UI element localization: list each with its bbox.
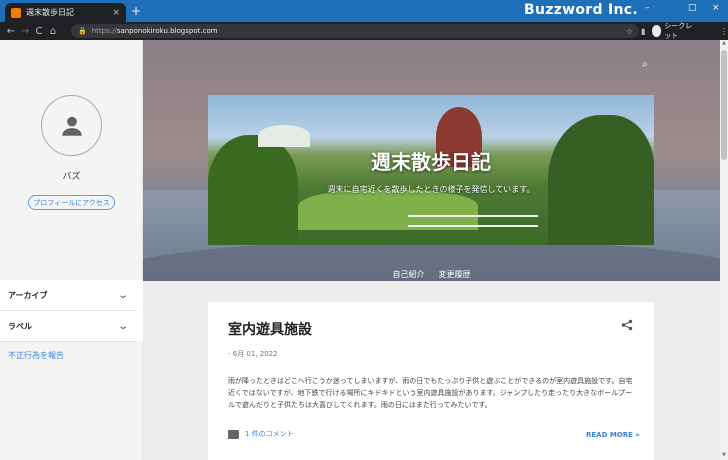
nav-link-about[interactable]: 自己紹介 — [393, 269, 425, 280]
incognito-icon — [651, 25, 662, 37]
browser-tab[interactable]: 週末散歩日記 × — [5, 3, 126, 22]
url-text: https://sanponokiroku.blogspot.com — [92, 27, 218, 35]
blog-description: 週末に自宅近くを散歩したときの様子を発信しています。 — [327, 185, 535, 194]
new-tab-button[interactable]: + — [131, 4, 141, 18]
share-icon[interactable] — [621, 319, 633, 331]
archive-label: アーカイブ — [8, 290, 48, 300]
chevron-down-icon: ⌄ — [116, 320, 129, 332]
post-card: 室内遊具施設 - 6月 01, 2022 雨が降ったときはどこへ行こうか迷ってし… — [208, 302, 654, 460]
close-window-button[interactable]: × — [712, 3, 720, 13]
search-icon[interactable]: ⌕ — [642, 59, 648, 70]
sidebar-item-labels[interactable]: ラベル ⌄ — [0, 311, 137, 342]
url-scheme: https:// — [91, 27, 117, 35]
lock-icon[interactable]: 🔒 — [78, 27, 87, 35]
header-background: ⌕ 週末散歩日記 週末に自宅近くを散歩したときの様子を発信しています。 自己紹介… — [143, 40, 720, 281]
home-icon[interactable]: ⌂ — [46, 26, 60, 37]
person-icon — [61, 116, 82, 136]
menu-icon[interactable]: ⋮ — [720, 27, 728, 36]
scrollbar[interactable]: ▲ ▼ — [720, 40, 728, 460]
url-host: sanponokiroku.blogspot.com — [116, 27, 218, 35]
chevron-down-icon: ⌄ — [116, 289, 129, 301]
scroll-down-icon[interactable]: ▼ — [721, 452, 727, 458]
labels-label: ラベル — [8, 321, 32, 331]
fence — [408, 215, 538, 227]
post-date[interactable]: - 6月 01, 2022 — [228, 349, 278, 359]
back-icon[interactable]: ← — [4, 26, 18, 37]
nav-link-changelog[interactable]: 変更履歴 — [439, 269, 471, 280]
comment-icon — [228, 429, 239, 439]
comments-count: 1 件のコメント — [245, 430, 294, 438]
main-content: ⌕ 週末散歩日記 週末に自宅近くを散歩したときの様子を発信しています。 自己紹介… — [143, 40, 720, 460]
side-panel-icon[interactable]: ▮ — [641, 27, 645, 36]
report-abuse-link[interactable]: 不正行為を報告 — [8, 350, 64, 361]
white-dome — [258, 125, 310, 147]
incognito-label: シークレット — [664, 22, 693, 40]
visit-profile-button[interactable]: プロフィールにアクセス — [28, 195, 115, 210]
sidebar-item-archive[interactable]: アーカイブ ⌄ — [0, 280, 137, 311]
incognito-indicator[interactable]: シークレット — [651, 21, 698, 41]
scrollbar-thumb[interactable] — [721, 50, 727, 160]
tab-close-icon[interactable]: × — [112, 8, 120, 18]
forward-icon[interactable]: → — [18, 26, 32, 37]
title-bar: 週末散歩日記 × + Buzzword Inc. – □ × — [0, 0, 728, 22]
sidebar-widgets: アーカイブ ⌄ ラベル ⌄ — [0, 280, 143, 342]
tree-right — [548, 115, 654, 245]
browser-toolbar: ← → C ⌂ 🔒 https://sanponokiroku.blogspot… — [0, 22, 728, 40]
blog-title[interactable]: 週末散歩日記 — [208, 146, 654, 175]
post-snippet: 雨が降ったときはどこへ行こうか迷ってしまいますが、雨の日でもたっぷり子供と遊ぶこ… — [228, 377, 633, 409]
bookmark-star-icon[interactable]: ☆ — [626, 27, 633, 36]
post-title[interactable]: 室内遊具施設 — [228, 319, 312, 339]
brand-watermark: Buzzword Inc. — [524, 2, 638, 18]
avatar[interactable] — [41, 95, 102, 156]
read-more-link[interactable]: READ MORE » — [586, 431, 640, 439]
tab-title: 週末散歩日記 — [26, 8, 74, 17]
scroll-up-icon[interactable]: ▲ — [721, 40, 727, 46]
address-bar[interactable]: 🔒 https://sanponokiroku.blogspot.com — [71, 24, 639, 38]
sidebar: バズ プロフィールにアクセス アーカイブ ⌄ ラベル ⌄ 不正行為を報告 — [0, 40, 143, 460]
profile-name: バズ — [62, 172, 81, 182]
blogger-favicon-icon — [11, 7, 21, 18]
minimize-button[interactable]: – — [645, 3, 650, 13]
reload-icon[interactable]: C — [32, 26, 46, 37]
comments-link[interactable]: 1 件のコメント — [228, 429, 294, 439]
maximize-button[interactable]: □ — [688, 3, 697, 13]
toolbar-right: ☆ ▮ シークレット ⋮ — [626, 22, 728, 40]
web-page: バズ プロフィールにアクセス アーカイブ ⌄ ラベル ⌄ 不正行為を報告 ⌕ 週… — [0, 40, 728, 460]
header-nav: 自己紹介 変更履歴 — [143, 269, 720, 280]
